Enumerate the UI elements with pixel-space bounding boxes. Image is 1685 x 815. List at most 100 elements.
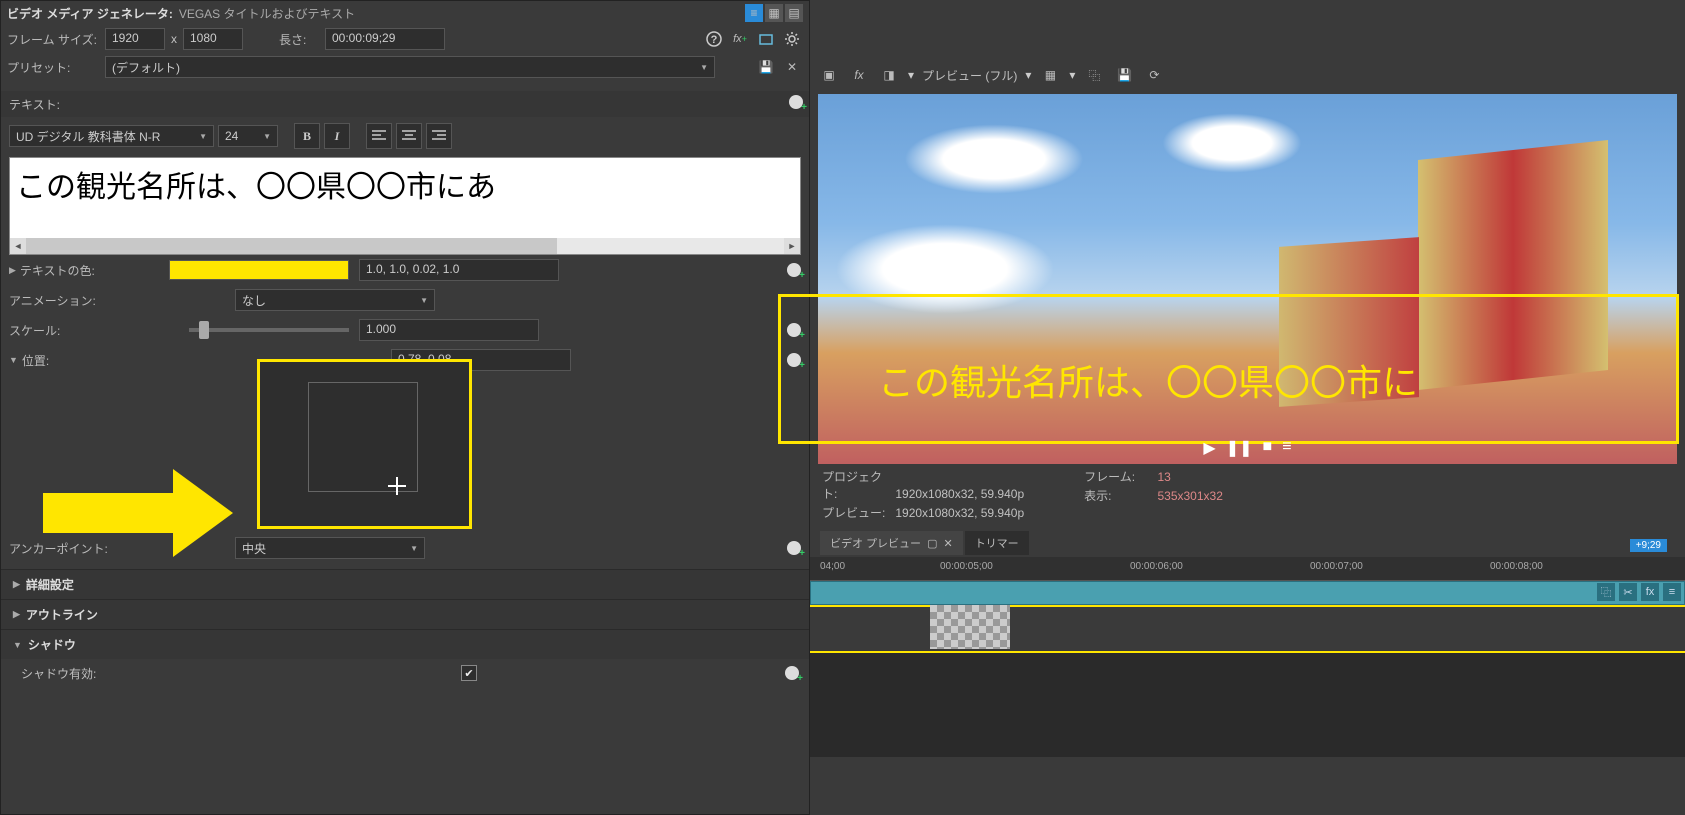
preset-combo[interactable]: (デフォルト) <box>105 56 715 78</box>
tab-trimmer[interactable]: トリマー <box>965 531 1029 555</box>
preview-info-bar: プロジェクト: 1920x1080x32, 59.940p プレビュー: 192… <box>810 464 1685 525</box>
frame-width-input[interactable]: 1920 <box>105 28 165 50</box>
length-label: 長さ: <box>279 31 319 48</box>
preset-label: プリセット: <box>7 59 99 76</box>
tab-video-preview[interactable]: ビデオ プレビュー ▢ ✕ <box>820 531 963 555</box>
text-input-area[interactable]: この観光名所は、〇〇県〇〇市にあ ◄ ► <box>9 157 801 255</box>
keyframe-icon[interactable] <box>789 95 803 109</box>
display-value: 535x301x32 <box>1157 489 1222 503</box>
animation-label: アニメーション: <box>9 292 96 309</box>
annotation-arrow <box>43 469 243 557</box>
scroll-right-icon[interactable]: ► <box>784 238 800 254</box>
overlay-icon[interactable] <box>755 28 777 50</box>
timeline: +9;29 04;00 00:00:05;00 00:00:06;00 00:0… <box>810 557 1685 757</box>
grid-icon[interactable]: ▦ <box>1039 64 1061 86</box>
pause-icon[interactable]: ❚❚ <box>1226 438 1253 458</box>
preview-label: プレビュー: <box>822 504 892 521</box>
length-input[interactable]: 00:00:09;29 <box>325 28 445 50</box>
track-tool-icon[interactable]: ⿻ <box>1597 583 1615 601</box>
text-color-swatch[interactable] <box>169 260 349 280</box>
shadow-section[interactable]: ▼ シャドウ <box>1 629 809 659</box>
collapse-icon[interactable]: ▼ <box>9 355 18 365</box>
text-section-header: テキスト: <box>1 91 809 117</box>
preview-value: 1920x1080x32, 59.940p <box>895 506 1024 520</box>
view-mode-tabs: ≡ ▦ ▤ <box>745 4 803 22</box>
position-editor[interactable] <box>257 359 472 529</box>
display-label: 表示: <box>1084 487 1154 504</box>
frame-size-label: フレーム サイズ: <box>7 31 99 48</box>
text-section-label: テキスト: <box>9 96 60 113</box>
help-icon[interactable]: ? <box>703 28 725 50</box>
expand-icon[interactable]: ▶ <box>9 265 16 276</box>
menu-icon[interactable]: ≡ <box>1282 438 1291 458</box>
scroll-thumb[interactable] <box>26 238 557 254</box>
expand-icon: ▶ <box>13 579 20 590</box>
refresh-icon[interactable]: ⟳ <box>1143 64 1165 86</box>
frame-size-row: フレーム サイズ: 1920 x 1080 長さ: 00:00:09;29 ? … <box>1 25 809 53</box>
ruler-tick: 04;00 <box>820 561 845 572</box>
anchor-combo[interactable]: 中央 <box>235 537 425 559</box>
animation-combo[interactable]: なし <box>235 289 435 311</box>
fx-icon[interactable]: fx <box>848 64 870 86</box>
delete-preset-icon[interactable]: ✕ <box>781 56 803 78</box>
scroll-track[interactable] <box>26 238 784 254</box>
preview-toolbar: ▣ fx ◨ ▾ プレビュー (フル) ▾ ▦ ▾ ⿻ 💾 ⟳ <box>810 60 1685 90</box>
bold-button[interactable]: B <box>294 123 320 149</box>
generator-titlebar: ビデオ メディア ジェネレータ: VEGAS タイトルおよびテキスト ≡ ▦ ▤ <box>1 1 809 25</box>
collapse-icon: ▼ <box>13 640 22 650</box>
font-combo[interactable]: UD デジタル 教科書体 N-R <box>9 125 214 147</box>
shadow-enable-row: シャドウ有効: ✔ <box>1 659 809 687</box>
save-preset-icon[interactable]: 💾 <box>755 56 777 78</box>
animation-row: アニメーション: なし <box>9 285 801 315</box>
font-size-combo[interactable]: 24 <box>218 125 278 147</box>
align-right-button[interactable] <box>426 123 452 149</box>
view-detail-icon[interactable]: ▤ <box>785 4 803 22</box>
slider-thumb[interactable] <box>199 321 209 339</box>
align-center-button[interactable] <box>396 123 422 149</box>
gear-icon[interactable] <box>781 28 803 50</box>
track-menu-icon[interactable]: ≡ <box>1663 583 1681 601</box>
transparent-clip-icon[interactable] <box>930 605 1010 649</box>
preview-settings-icon[interactable]: ▣ <box>818 64 840 86</box>
undock-icon[interactable]: ▢ <box>927 537 937 550</box>
generator-title-value: VEGAS タイトルおよびテキスト <box>179 5 355 22</box>
outline-section[interactable]: ▶ アウトライン <box>1 599 809 629</box>
text-color-values[interactable]: 1.0, 1.0, 0.02, 1.0 <box>359 259 559 281</box>
keyframe-icon[interactable] <box>787 263 801 277</box>
split-icon[interactable]: ◨ <box>878 64 900 86</box>
preview-mode-label[interactable]: プレビュー (フル) <box>922 67 1017 84</box>
view-list-icon[interactable]: ≡ <box>745 4 763 22</box>
video-preview: この観光名所は、〇〇県〇〇市に ▶ ❚❚ ■ ≡ <box>818 94 1677 464</box>
time-ruler[interactable]: 04;00 00:00:05;00 00:00:06;00 00:00:07;0… <box>810 557 1685 581</box>
ruler-tick: 00:00:05;00 <box>940 561 993 572</box>
track-fx-icon[interactable]: fx <box>1641 583 1659 601</box>
dock-tabs: ビデオ プレビュー ▢ ✕ トリマー <box>810 531 1685 555</box>
text-color-row: ▶テキストの色: 1.0, 1.0, 0.02, 1.0 <box>9 255 801 285</box>
copy-icon[interactable]: ⿻ <box>1083 64 1105 86</box>
position-crosshair-icon[interactable] <box>388 477 406 495</box>
keyframe-icon[interactable] <box>785 666 799 680</box>
text-scrollbar[interactable]: ◄ ► <box>10 238 800 254</box>
video-track-clip[interactable] <box>810 581 1685 605</box>
frame-height-input[interactable]: 1080 <box>183 28 243 50</box>
keyframe-icon[interactable] <box>787 541 801 555</box>
media-generator-panel: ビデオ メディア ジェネレータ: VEGAS タイトルおよびテキスト ≡ ▦ ▤… <box>0 0 810 815</box>
scale-slider[interactable] <box>189 328 349 332</box>
shadow-enable-checkbox[interactable]: ✔ <box>461 665 477 681</box>
close-icon[interactable]: ✕ <box>943 537 952 550</box>
position-safe-frame <box>308 382 418 492</box>
stop-icon[interactable]: ■ <box>1263 438 1273 458</box>
track-crop-icon[interactable]: ✂ <box>1619 583 1637 601</box>
align-left-button[interactable] <box>366 123 392 149</box>
italic-button[interactable]: I <box>324 123 350 149</box>
save-snapshot-icon[interactable]: 💾 <box>1113 64 1135 86</box>
view-grid-icon[interactable]: ▦ <box>765 4 783 22</box>
fx-icon[interactable]: fx+ <box>729 28 751 50</box>
track-tools: ⿻ ✂ fx ≡ <box>1597 583 1681 601</box>
advanced-section[interactable]: ▶ 詳細設定 <box>1 569 809 599</box>
play-icon[interactable]: ▶ <box>1203 438 1215 458</box>
generator-title-label: ビデオ メディア ジェネレータ: <box>7 5 173 22</box>
scale-value[interactable]: 1.000 <box>359 319 539 341</box>
preset-row: プリセット: (デフォルト) 💾 ✕ <box>1 53 809 81</box>
scroll-left-icon[interactable]: ◄ <box>10 238 26 254</box>
